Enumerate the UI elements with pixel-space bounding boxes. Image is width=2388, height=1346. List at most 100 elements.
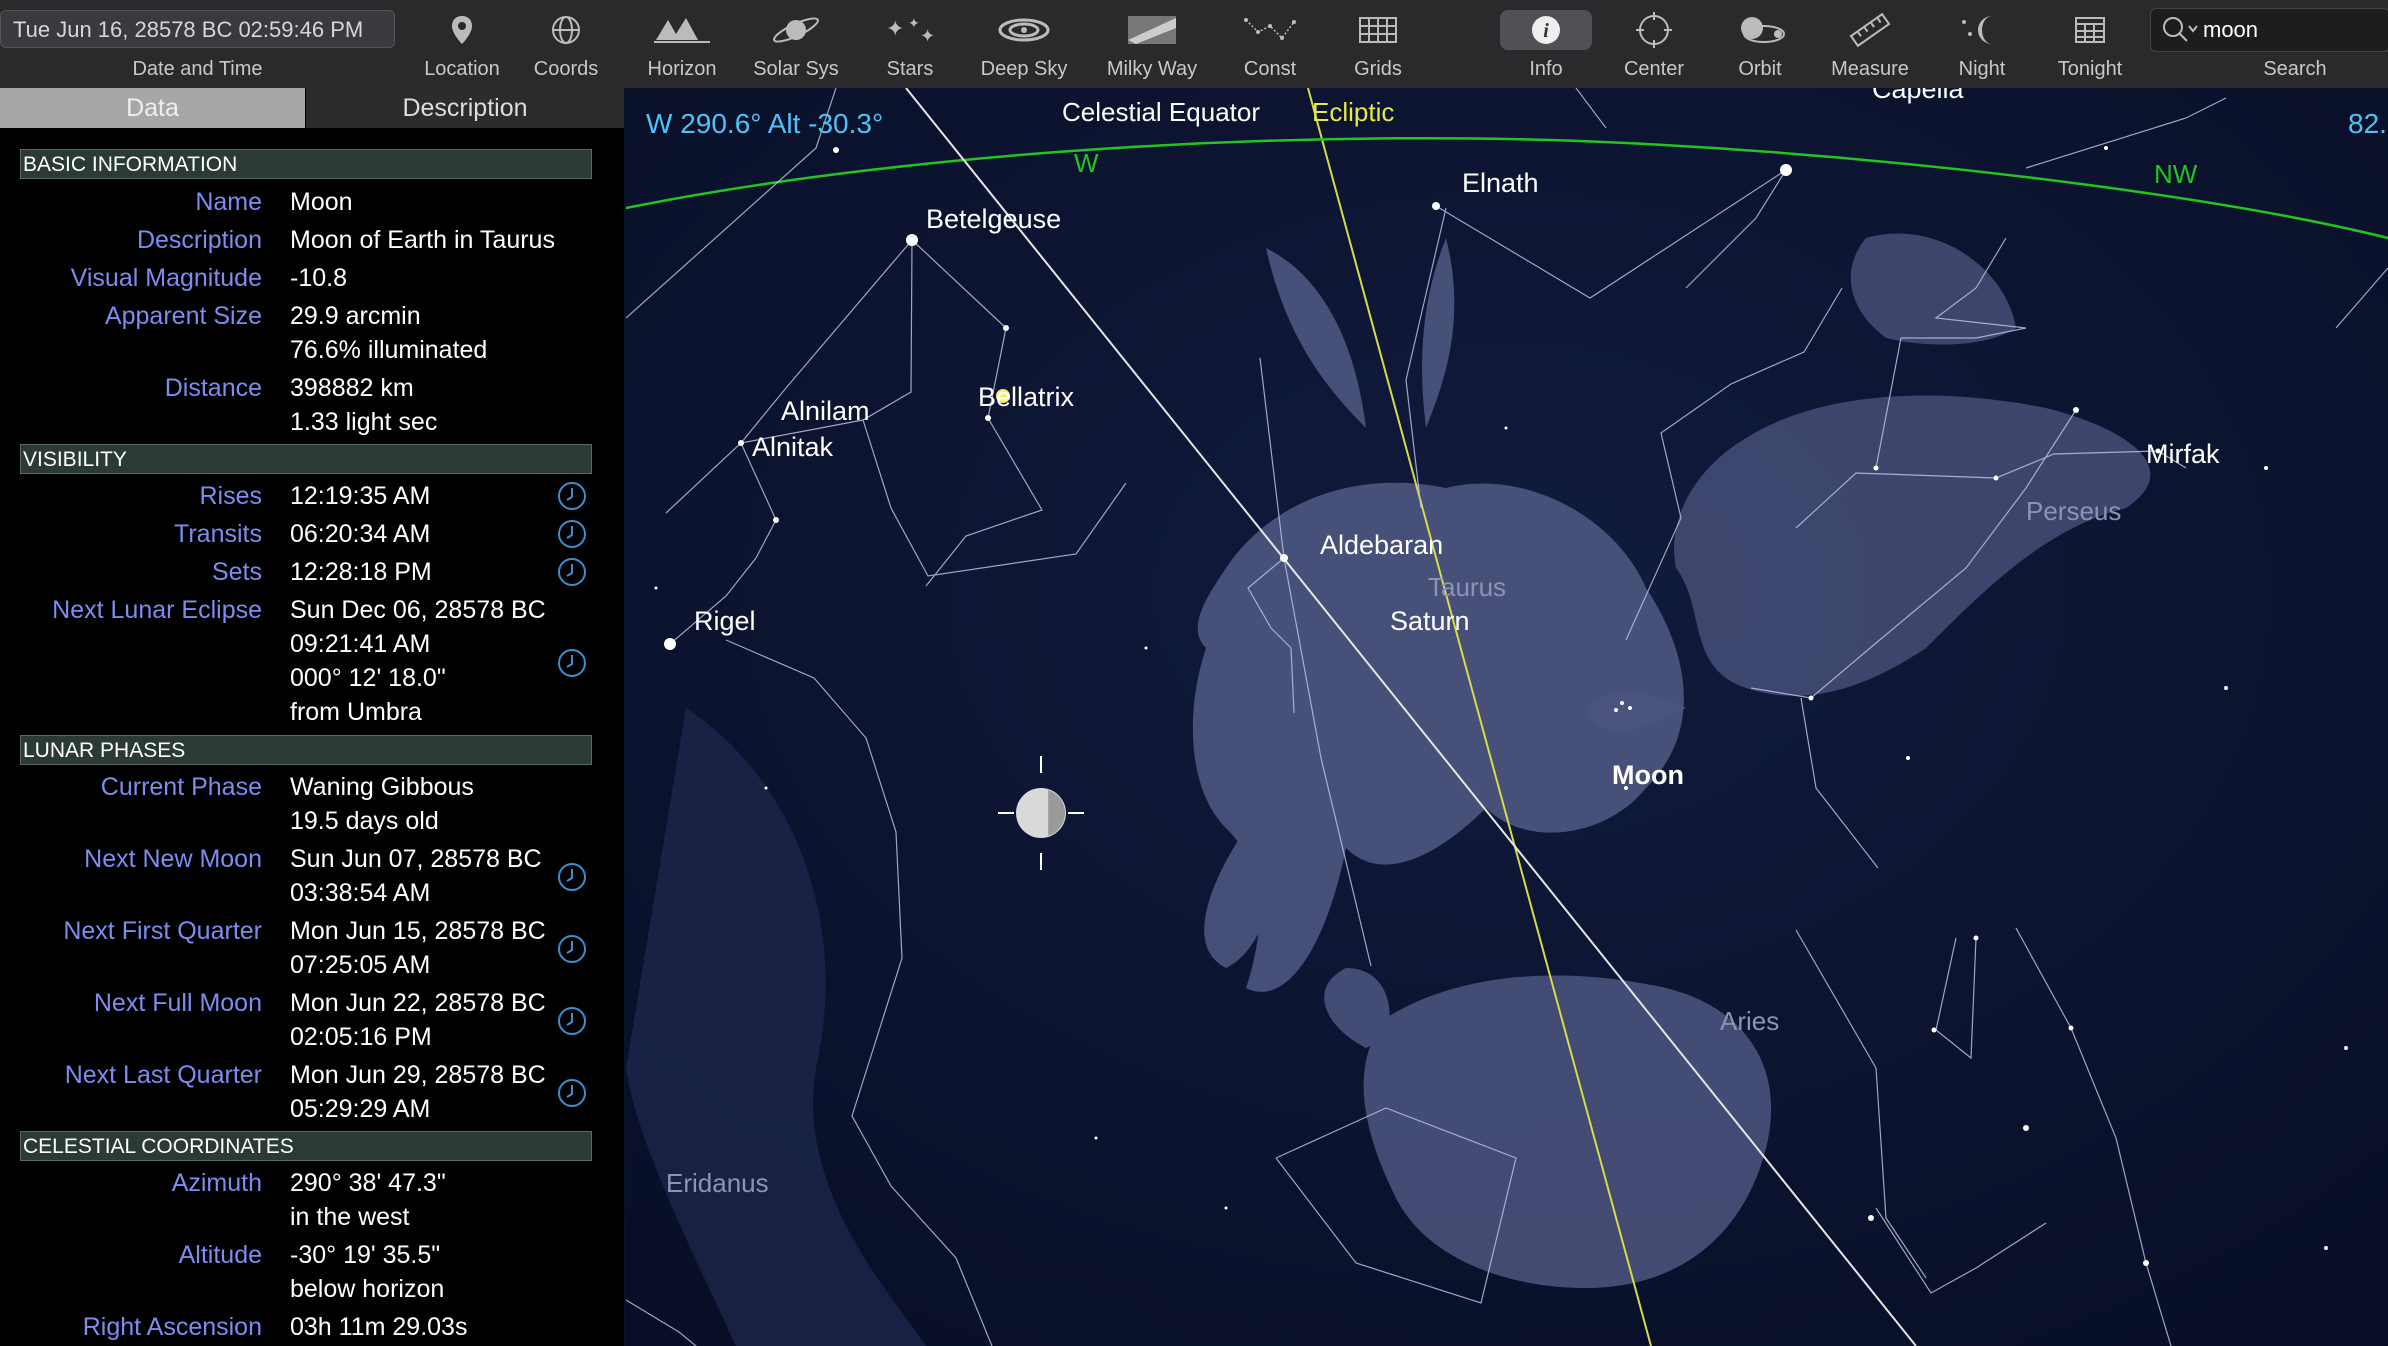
star-label-mirfak[interactable]: Mirfak — [2146, 439, 2220, 469]
star-label-alnilam[interactable]: Alnilam — [781, 396, 870, 426]
tonight-label: Tonight — [2057, 58, 2123, 80]
search-input[interactable] — [2201, 13, 2385, 47]
next-new-moon-date: Sun Jun 07, 28578 BC — [290, 845, 542, 873]
sky-view[interactable]: W 290.6° Alt -30.3° 82. Celestial Equato… — [626, 88, 2388, 1346]
star-label-betelgeuse[interactable]: Betelgeuse — [926, 204, 1061, 234]
star-label-bellatrix[interactable]: Bellatrix — [978, 382, 1075, 412]
coords-icon — [552, 16, 580, 44]
direction-w-label: W — [1074, 148, 1099, 178]
moon-marker[interactable] — [1016, 788, 1066, 838]
clock-icon[interactable] — [557, 648, 587, 678]
solar-sys-button[interactable]: Solar Sys — [736, 6, 856, 86]
coords-label: Coords — [533, 58, 599, 80]
stars-icon: ✦ ✦✦ — [886, 15, 935, 46]
next-first-quarter-time: 07:25:05 AM — [290, 951, 431, 979]
distance-km-value: 398882 km — [290, 374, 414, 402]
sets-key: Sets — [211, 558, 262, 586]
coords-button[interactable]: Coords — [506, 6, 626, 86]
celestial-equator-label: Celestial Equator — [1062, 97, 1260, 127]
night-button[interactable]: Night — [1922, 6, 2042, 86]
tonight-button[interactable]: Tonight — [2030, 6, 2150, 86]
next-last-quarter-time: 05:29:29 AM — [290, 1095, 431, 1123]
sky-chart[interactable]: W 290.6° Alt -30.3° 82. Celestial Equato… — [626, 88, 2388, 1346]
milky-way-button[interactable]: Milky Way — [1092, 6, 1212, 86]
direction-nw-label: NW — [2154, 159, 2198, 189]
apparent-size-value: 29.9 arcmin — [290, 302, 421, 330]
tab-data[interactable]: Data — [0, 88, 305, 128]
star-label-alnitak[interactable]: Alnitak — [752, 432, 834, 462]
deep-sky-label: Deep Sky — [980, 58, 1068, 80]
next-new-moon-time: 03:38:54 AM — [290, 879, 431, 907]
star-label-rigel[interactable]: Rigel — [694, 606, 756, 636]
solar-sys-label: Solar Sys — [753, 58, 839, 80]
next-new-moon-key: Next New Moon — [84, 845, 262, 873]
search-icon — [2163, 17, 2198, 42]
rises-key: Rises — [199, 482, 262, 510]
clock-icon[interactable] — [557, 1006, 587, 1036]
search-label: Search — [2263, 58, 2327, 80]
toolbar: Tue Jun 16, 28578 BC 02:59:46 PM Date an… — [0, 0, 2388, 89]
location-pin-icon — [452, 16, 472, 44]
datetime-field[interactable]: Tue Jun 16, 28578 BC 02:59:46 PM — [0, 10, 395, 48]
clock-icon[interactable] — [557, 934, 587, 964]
const-button[interactable]: Const — [1210, 6, 1330, 86]
center-button[interactable]: Center — [1594, 6, 1714, 86]
constellation-label-taurus: Taurus — [1428, 572, 1506, 602]
distance-light-value: 1.33 light sec — [290, 408, 438, 436]
star-label-elnath[interactable]: Elnath — [1462, 168, 1539, 198]
location-label: Location — [424, 58, 500, 80]
svg-text:i: i — [1543, 20, 1549, 42]
next-full-moon-key: Next Full Moon — [93, 989, 262, 1017]
next-first-quarter-key: Next First Quarter — [63, 917, 262, 945]
planet-label-moon[interactable]: Moon — [1612, 760, 1684, 790]
clock-icon[interactable] — [557, 557, 587, 587]
azimuth-key: Azimuth — [171, 1169, 262, 1197]
clock-icon[interactable] — [557, 519, 587, 549]
eclipse-magnitude-value: 000° 12' 18.0" — [290, 664, 446, 692]
night-label: Night — [1958, 58, 2006, 80]
svg-text:✦: ✦ — [908, 15, 920, 31]
moon-crescent-icon — [1962, 16, 1992, 44]
svg-text:✦: ✦ — [920, 26, 935, 46]
azimuth-direction-value: in the west — [290, 1203, 410, 1231]
orbit-button[interactable]: Orbit — [1700, 6, 1820, 86]
ruler-icon — [1849, 12, 1891, 48]
clock-icon[interactable] — [557, 481, 587, 511]
rises-value: 12:19:35 AM — [290, 482, 431, 510]
info-button[interactable]: i Info — [1486, 6, 1606, 86]
eclipse-time-value: 09:21:41 AM — [290, 630, 431, 658]
transits-value: 06:20:34 AM — [290, 520, 431, 548]
measure-label: Measure — [1831, 58, 1909, 80]
location-button[interactable]: Location — [402, 6, 522, 86]
constellation-label-eridanus: Eridanus — [666, 1168, 769, 1198]
constellation-label-aries: Aries — [1720, 1006, 1779, 1036]
measure-button[interactable]: Measure — [1810, 6, 1930, 86]
search-box[interactable] — [2150, 8, 2388, 52]
grids-button[interactable]: Grids — [1318, 6, 1438, 86]
grid-icon — [1359, 17, 1397, 43]
clock-icon[interactable] — [557, 862, 587, 892]
ecliptic-label: Ecliptic — [1312, 97, 1394, 127]
readout-right-text: 82. — [2348, 108, 2387, 139]
planet-label-saturn[interactable]: Saturn — [1390, 606, 1470, 636]
info-icon: i — [1500, 10, 1592, 50]
info-panel: Data Description BASIC INFORMATION Name … — [0, 88, 624, 1346]
star-label-aldebaran[interactable]: Aldebaran — [1320, 530, 1443, 560]
milky-way-icon — [1128, 16, 1176, 44]
deep-sky-button[interactable]: Deep Sky — [964, 6, 1084, 86]
section-celestial-coordinates: CELESTIAL COORDINATES — [20, 1131, 592, 1161]
star-label-capella[interactable]: Capella — [1872, 88, 1965, 104]
visual-magnitude-key: Visual Magnitude — [70, 264, 262, 292]
azimuth-value: 290° 38' 47.3" — [290, 1169, 446, 1197]
phase-age-value: 19.5 days old — [290, 807, 439, 835]
apparent-size-key: Apparent Size — [104, 302, 262, 330]
tab-description[interactable]: Description — [306, 88, 624, 128]
orbit-icon — [1741, 17, 1785, 43]
next-last-quarter-key: Next Last Quarter — [64, 1061, 262, 1089]
clock-icon[interactable] — [557, 1078, 587, 1108]
stars-button[interactable]: ✦ ✦ ✦ Stars — [850, 6, 970, 86]
illumination-value: 76.6% illuminated — [290, 336, 488, 364]
horizon-button[interactable]: Horizon — [622, 6, 742, 86]
section-lunar-phases: LUNAR PHASES — [20, 735, 592, 765]
distance-key: Distance — [164, 374, 262, 402]
